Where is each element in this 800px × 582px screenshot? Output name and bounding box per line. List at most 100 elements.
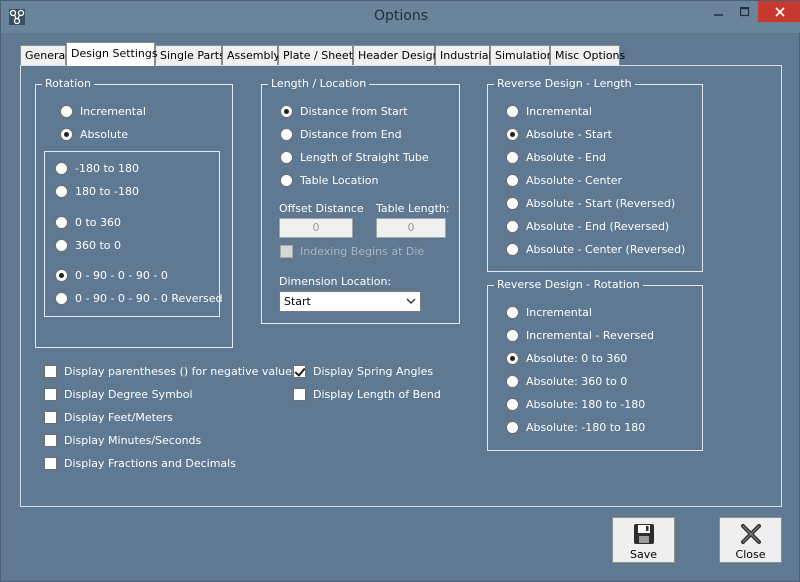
option-label: Indexing Begins at Die: [300, 245, 425, 258]
offset-distance-input[interactable]: 0: [279, 218, 353, 238]
range-neg180-180-option[interactable]: -180 to 180: [55, 162, 139, 175]
tab-design-settings[interactable]: Design Settings: [66, 42, 158, 66]
radio[interactable]: [506, 105, 519, 118]
table-length-input[interactable]: 0: [376, 218, 446, 238]
table-location-option[interactable]: Table Location: [280, 174, 378, 187]
radio[interactable]: [60, 105, 73, 118]
reverse-rotation-incremental-option[interactable]: Incremental: [506, 306, 592, 319]
reverse-length-absolute-center-option[interactable]: Absolute - Center: [506, 174, 622, 187]
radio[interactable]: [506, 220, 519, 233]
reverse-rotation-neg180-180-option[interactable]: Absolute: -180 to 180: [506, 421, 645, 434]
maximize-button[interactable]: [732, 1, 758, 22]
reverse-rotation-360-0-option[interactable]: Absolute: 360 to 0: [506, 375, 627, 388]
option-label: Display Minutes/Seconds: [64, 434, 202, 447]
radio-selected[interactable]: [60, 128, 73, 141]
checkbox[interactable]: [44, 365, 57, 378]
chevron-down-icon: [406, 298, 416, 304]
checkbox[interactable]: [44, 434, 57, 447]
display-fractions-decimals-checkbox[interactable]: Display Fractions and Decimals: [44, 457, 236, 470]
checkbox[interactable]: [44, 411, 57, 424]
window-title: Options: [373, 8, 429, 24]
reverse-length-absolute-start-option[interactable]: Absolute - Start: [506, 128, 612, 141]
radio[interactable]: [280, 128, 293, 141]
indexing-begins-at-die-option[interactable]: Indexing Begins at Die: [280, 245, 424, 258]
radio-selected[interactable]: [280, 105, 293, 118]
reverse-length-group-label: Reverse Design - Length: [494, 77, 635, 90]
minimize-button[interactable]: [706, 1, 732, 22]
checkbox[interactable]: [293, 388, 306, 401]
radio[interactable]: [280, 174, 293, 187]
range-0-360-option[interactable]: 0 to 360: [55, 216, 121, 229]
display-feet-meters-checkbox[interactable]: Display Feet/Meters: [44, 411, 173, 424]
tab-general[interactable]: General: [20, 45, 68, 65]
radio[interactable]: [506, 398, 519, 411]
option-label: Absolute: 0 to 360: [526, 352, 628, 365]
tab-simulation[interactable]: Simulation: [490, 45, 554, 65]
reverse-length-absolute-end-reversed-option[interactable]: Absolute - End (Reversed): [506, 220, 669, 233]
radio[interactable]: [506, 329, 519, 342]
tab-header-design[interactable]: Header Design: [353, 45, 440, 65]
radio[interactable]: [506, 375, 519, 388]
option-label: Distance from End: [300, 128, 402, 141]
close-window-button[interactable]: [758, 1, 800, 22]
distance-from-start-option[interactable]: Distance from Start: [280, 105, 408, 118]
display-length-of-bend-checkbox[interactable]: Display Length of Bend: [293, 388, 441, 401]
tab-single-parts[interactable]: Single Parts: [155, 45, 225, 65]
range-0-90-option[interactable]: 0 - 90 - 0 - 90 - 0: [55, 269, 168, 282]
checkbox-checked[interactable]: [293, 365, 306, 378]
option-label: Display Feet/Meters: [64, 411, 173, 424]
option-label: Absolute - Start: [526, 128, 612, 141]
radio-selected[interactable]: [506, 128, 519, 141]
reverse-rotation-180-neg180-option[interactable]: Absolute: 180 to -180: [506, 398, 645, 411]
tab-misc-options[interactable]: Misc Options: [550, 45, 625, 65]
checkbox[interactable]: [44, 457, 57, 470]
radio[interactable]: [55, 162, 68, 175]
option-label: Incremental - Reversed: [526, 329, 655, 342]
options-window: Options General Design Settings Single P…: [0, 0, 800, 582]
save-button[interactable]: Save: [612, 517, 675, 563]
rotation-absolute-option[interactable]: Absolute: [60, 128, 128, 141]
display-minutes-seconds-checkbox[interactable]: Display Minutes/Seconds: [44, 434, 201, 447]
radio-selected[interactable]: [506, 352, 519, 365]
reverse-length-absolute-end-option[interactable]: Absolute - End: [506, 151, 606, 164]
rotation-incremental-option[interactable]: Incremental: [60, 105, 146, 118]
radio[interactable]: [55, 185, 68, 198]
radio[interactable]: [506, 243, 519, 256]
range-180-neg180-option[interactable]: 180 to -180: [55, 185, 139, 198]
reverse-length-incremental-option[interactable]: Incremental: [506, 105, 592, 118]
tab-plate-sheet[interactable]: Plate / Sheet: [278, 45, 353, 65]
range-360-0-option[interactable]: 360 to 0: [55, 239, 121, 252]
option-label: Absolute - Center: [526, 174, 623, 187]
tab-industrial[interactable]: Industrial: [435, 45, 492, 65]
checkbox[interactable]: [44, 388, 57, 401]
reverse-length-absolute-start-reversed-option[interactable]: Absolute - Start (Reversed): [506, 197, 675, 210]
radio[interactable]: [280, 151, 293, 164]
option-label: 0 - 90 - 0 - 90 - 0: [75, 269, 168, 282]
distance-from-end-option[interactable]: Distance from End: [280, 128, 402, 141]
tab-assembly[interactable]: Assembly: [222, 45, 280, 65]
option-label: Absolute: 180 to -180: [526, 398, 646, 411]
radio-selected[interactable]: [55, 269, 68, 282]
radio[interactable]: [506, 197, 519, 210]
radio[interactable]: [55, 292, 68, 305]
checkbox[interactable]: [280, 245, 293, 258]
reverse-length-absolute-center-reversed-option[interactable]: Absolute - Center (Reversed): [506, 243, 685, 256]
display-degree-symbol-checkbox[interactable]: Display Degree Symbol: [44, 388, 193, 401]
radio[interactable]: [506, 306, 519, 319]
radio[interactable]: [55, 239, 68, 252]
length-of-straight-tube-option[interactable]: Length of Straight Tube: [280, 151, 429, 164]
close-button[interactable]: Close: [719, 517, 782, 563]
reverse-rotation-incremental-reversed-option[interactable]: Incremental - Reversed: [506, 329, 654, 342]
close-icon: [774, 6, 785, 17]
dimension-location-select[interactable]: Start: [279, 291, 421, 312]
rotation-range-group: -180 to 180 180 to -180 0 to 360 360 to …: [44, 151, 223, 317]
reverse-rotation-0-360-option[interactable]: Absolute: 0 to 360: [506, 352, 627, 365]
radio[interactable]: [506, 421, 519, 434]
radio[interactable]: [506, 174, 519, 187]
display-parentheses-checkbox[interactable]: Display parentheses () for negative valu…: [44, 365, 298, 378]
option-label: -180 to 180: [75, 162, 139, 175]
display-spring-angles-checkbox[interactable]: Display Spring Angles: [293, 365, 433, 378]
range-0-90-reversed-option[interactable]: 0 - 90 - 0 - 90 - 0 Reversed: [55, 292, 223, 305]
radio[interactable]: [55, 216, 68, 229]
radio[interactable]: [506, 151, 519, 164]
